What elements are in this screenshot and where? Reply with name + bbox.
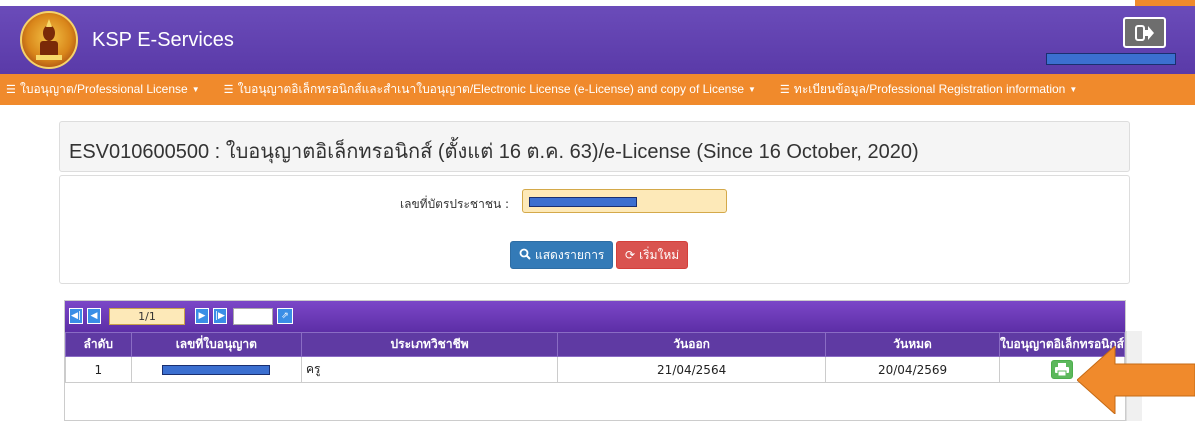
app-brand[interactable]: KSP E-Services xyxy=(92,29,234,52)
list-icon: ☰ xyxy=(223,84,234,96)
cell-no: 1 xyxy=(65,356,132,383)
main-nav: ☰ ใบอนุญาต/Professional License ▼ ☰ ใบอน… xyxy=(0,74,1195,105)
last-page-button[interactable]: |▶ xyxy=(213,308,227,324)
col-header-issued[interactable]: วันออก xyxy=(557,332,827,357)
grid-pager: ◀| ◀ 1/1 ▶ |▶ ⇗ xyxy=(65,301,1125,332)
license-no-redacted xyxy=(162,365,271,375)
show-list-button[interactable]: แสดงรายการ xyxy=(510,241,614,269)
cell-issued: 21/04/2564 xyxy=(557,356,827,383)
page: KSP E-Services ☰ ใบอนุญาต/Professional L… xyxy=(0,0,1195,421)
sign-out-button[interactable] xyxy=(1123,17,1166,48)
last-page-icon: |▶ xyxy=(215,311,225,321)
list-icon: ☰ xyxy=(779,84,790,96)
nav-label: ทะเบียนข้อมูล/Professional Registration … xyxy=(793,82,1066,96)
nav-professional-license[interactable]: ☰ ใบอนุญาต/Professional License ▼ xyxy=(6,80,200,99)
top-strip xyxy=(0,0,1195,6)
nav-label: ใบอนุญาตอิเล็กทรอนิกส์และสำเนาใบอนุญาต/E… xyxy=(237,82,744,96)
goto-page-input[interactable] xyxy=(233,308,273,325)
next-page-button[interactable]: ▶ xyxy=(195,308,209,324)
app-header: KSP E-Services xyxy=(0,0,1195,74)
caret-down-icon: ▼ xyxy=(1069,85,1078,94)
user-name-redacted xyxy=(1046,53,1176,65)
top-accent xyxy=(1135,0,1195,6)
id-card-label: เลขที่บัตรประชาชน : xyxy=(400,197,510,211)
search-icon xyxy=(519,248,531,263)
external-link-icon: ⇗ xyxy=(281,311,289,321)
nav-label: ใบอนุญาต/Professional License xyxy=(20,82,188,96)
reset-label: เริ่มใหม่ xyxy=(639,247,680,262)
export-button[interactable]: ⇗ xyxy=(277,308,293,324)
license-grid: ◀| ◀ 1/1 ▶ |▶ ⇗ ลำดับ เลขที่ใบอนุญาต ประ… xyxy=(64,300,1126,421)
table-header-row: ลำดับ เลขที่ใบอนุญาต ประเภทวิชาชีพ วันออ… xyxy=(65,332,1125,357)
col-header-license-no[interactable]: เลขที่ใบอนุญาต xyxy=(130,332,302,357)
page-title-panel: ESV010600500 : ใบอนุญาตอิเล็กทรอนิกส์ (ต… xyxy=(59,121,1130,172)
caret-down-icon: ▼ xyxy=(191,85,200,94)
caret-down-icon: ▼ xyxy=(748,85,756,94)
nav-electronic-license[interactable]: ☰ ใบอนุญาตอิเล็กทรอนิกส์และสำเนาใบอนุญาต… xyxy=(224,80,756,99)
col-header-no[interactable]: ลำดับ xyxy=(65,332,132,357)
print-icon xyxy=(1055,363,1070,377)
cell-expires: 20/04/2569 xyxy=(825,356,1001,383)
ksp-emblem-icon[interactable] xyxy=(20,11,78,69)
col-header-expires[interactable]: วันหมด xyxy=(825,332,1001,357)
id-card-input[interactable] xyxy=(522,189,727,213)
prev-page-icon: ◀ xyxy=(90,311,98,321)
print-license-button[interactable] xyxy=(1051,360,1074,379)
prev-page-button[interactable]: ◀ xyxy=(87,308,101,324)
nav-registration-info[interactable]: ☰ ทะเบียนข้อมูล/Professional Registratio… xyxy=(780,80,1077,99)
col-header-profession[interactable]: ประเภทวิชาชีพ xyxy=(300,332,559,357)
annotation-arrow-icon xyxy=(1077,346,1195,414)
list-icon: ☰ xyxy=(6,84,16,96)
cell-profession: ครู xyxy=(300,356,559,383)
refresh-icon: ⟳ xyxy=(625,248,636,262)
first-page-button[interactable]: ◀| xyxy=(69,308,83,324)
reset-button[interactable]: ⟳ เริ่มใหม่ xyxy=(616,241,689,269)
page-number-field[interactable]: 1/1 xyxy=(109,308,185,325)
first-page-icon: ◀| xyxy=(71,311,81,321)
sign-out-icon xyxy=(1134,24,1154,41)
license-table: ลำดับ เลขที่ใบอนุญาต ประเภทวิชาชีพ วันออ… xyxy=(65,332,1125,383)
show-list-label: แสดงรายการ xyxy=(535,247,605,262)
table-row[interactable]: 1 ครู 21/04/2564 20/04/2569 xyxy=(65,356,1125,383)
id-card-value-redacted xyxy=(529,197,637,207)
cell-license-no xyxy=(130,356,302,383)
page-title: ESV010600500 : ใบอนุญาตอิเล็กทรอนิกส์ (ต… xyxy=(69,141,919,163)
search-panel: เลขที่บัตรประชาชน : แสดงรายการ ⟳ เริ่มให… xyxy=(59,175,1130,284)
next-page-icon: ▶ xyxy=(198,311,206,321)
